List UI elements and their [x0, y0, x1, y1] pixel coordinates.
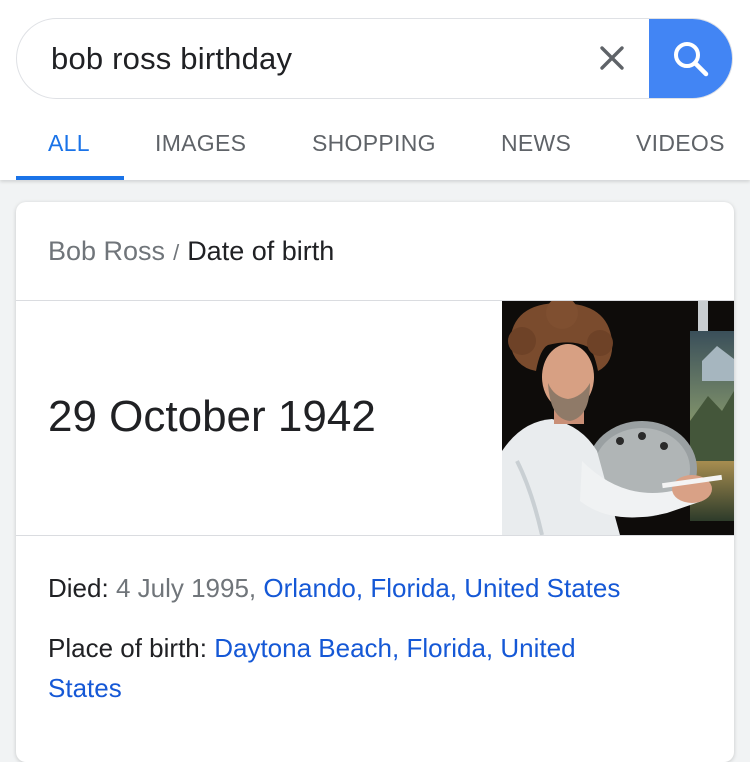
- tab-all[interactable]: ALL: [48, 130, 90, 157]
- search-tabs: ALL IMAGES SHOPPING NEWS VIDEOS: [0, 110, 750, 180]
- tab-images[interactable]: IMAGES: [155, 130, 246, 157]
- clear-icon: [600, 46, 624, 70]
- divider: [16, 535, 734, 536]
- fact-place-of-birth: Place of birth: Daytona Beach, Florida, …: [48, 628, 648, 708]
- fact-died: Died: 4 July 1995, Orlando, Florida, Uni…: [48, 568, 698, 608]
- breadcrumb-separator: /: [173, 240, 180, 265]
- died-place-link[interactable]: Orlando, Florida, United States: [263, 573, 620, 603]
- breadcrumb-attribute: Date of birth: [187, 236, 335, 266]
- tab-news[interactable]: NEWS: [501, 130, 571, 157]
- tab-videos[interactable]: VIDEOS: [636, 130, 725, 157]
- search-button[interactable]: [649, 19, 732, 98]
- search-header: bob ross birthday ALL IMAGES SHOPPING NE…: [0, 0, 750, 180]
- clear-button[interactable]: [593, 39, 631, 77]
- fact-value: 4 July 1995,: [115, 573, 257, 603]
- search-icon: [674, 41, 709, 76]
- knowledge-card: Bob Ross / Date of birth 29 October 1942: [16, 202, 734, 762]
- active-tab-indicator: [16, 176, 124, 180]
- portrait-image: [502, 301, 734, 535]
- entity-photo[interactable]: [502, 301, 734, 535]
- breadcrumb-entity[interactable]: Bob Ross: [48, 236, 165, 266]
- breadcrumb: Bob Ross / Date of birth: [48, 236, 334, 267]
- answer-date: 29 October 1942: [48, 392, 376, 441]
- search-input[interactable]: bob ross birthday: [51, 41, 292, 77]
- tab-shopping[interactable]: SHOPPING: [312, 130, 436, 157]
- fact-label: Place of birth:: [48, 633, 207, 663]
- fact-label: Died:: [48, 573, 109, 603]
- search-bar[interactable]: bob ross birthday: [16, 18, 733, 99]
